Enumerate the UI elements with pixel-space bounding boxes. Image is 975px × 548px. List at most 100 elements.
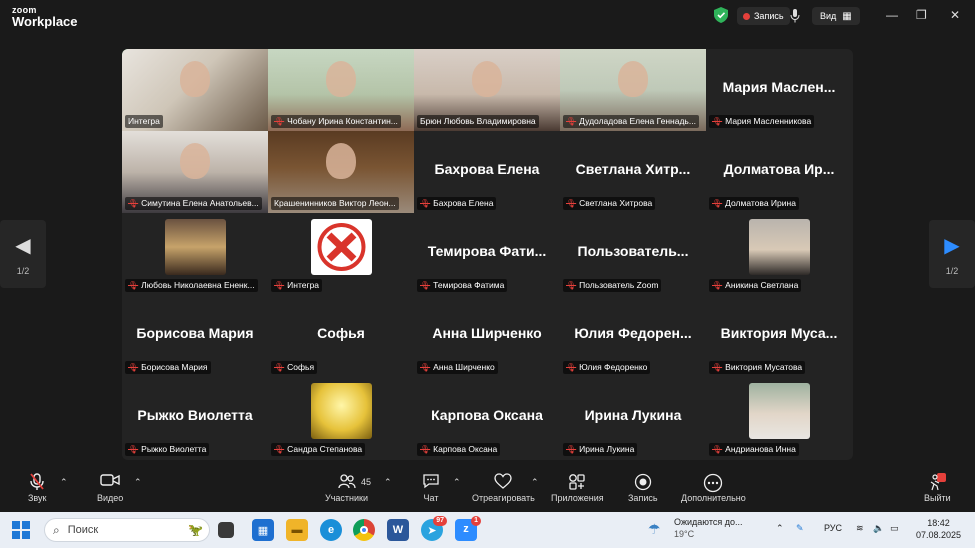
participant-face <box>618 61 648 97</box>
close-window-button[interactable]: ✕ <box>950 8 960 22</box>
chrome-browser-icon[interactable] <box>353 519 375 541</box>
audio-label: Звук <box>28 493 47 503</box>
mic-muted-icon: 🎙 <box>566 363 577 372</box>
chat-button[interactable]: Чат <box>422 473 440 503</box>
wifi-icon[interactable]: ≋ <box>856 523 864 534</box>
apps-button[interactable]: Приложения <box>551 473 604 503</box>
record-button[interactable]: Запись <box>628 473 658 503</box>
participant-tile[interactable]: Бахрова Елена 🎙 Бахрова Елена <box>414 131 560 213</box>
restore-button[interactable]: ❐ <box>916 8 927 22</box>
participant-tile[interactable]: 🎙 Симутина Елена Анатольев... <box>122 131 268 213</box>
minimize-button[interactable]: — <box>886 8 898 22</box>
react-button[interactable]: Отреагировать <box>472 473 535 503</box>
participant-avatar <box>311 383 372 439</box>
participant-tile[interactable]: Темирова Фати... 🎙 Темирова Фатима <box>414 213 560 295</box>
edge-browser-icon[interactable]: e <box>320 519 342 541</box>
page-indicator-left: 1/2 <box>16 265 30 276</box>
participant-tile[interactable]: Интегра <box>122 49 268 131</box>
participant-name: Темирова Фатима <box>433 280 505 290</box>
participant-tile[interactable]: 🎙 Сандра Степанова <box>268 377 414 459</box>
participant-name-label: 🎙 Карпова Оксана <box>417 443 501 456</box>
mic-muted-icon: 🎙 <box>712 117 723 126</box>
video-label: Видео <box>97 493 124 503</box>
participant-name: Андрианова Инна <box>725 444 796 454</box>
zoom-taskbar-icon[interactable]: z1 <box>455 516 481 541</box>
participant-tile[interactable]: Борисова Мария 🎙 Борисова Мария <box>122 295 268 377</box>
participants-options-chevron-icon[interactable]: ⌃ <box>384 477 392 488</box>
file-explorer-icon[interactable]: ▬ <box>286 519 308 541</box>
volume-icon[interactable]: 🔈 <box>873 523 884 534</box>
participant-tile[interactable]: Софья 🎙 Софья <box>268 295 414 377</box>
participant-tile[interactable]: Мария Маслен... 🎙 Мария Масленникова <box>706 49 852 131</box>
word-icon[interactable]: W <box>387 519 409 541</box>
participants-count: 45 <box>361 477 372 487</box>
mic-muted-icon: 🎙 <box>420 445 431 454</box>
recording-indicator[interactable]: Запись <box>737 7 790 25</box>
next-page-button[interactable]: ▶ 1/2 <box>929 220 975 288</box>
participant-tile[interactable]: Карпова Оксана 🎙 Карпова Оксана <box>414 377 560 459</box>
weather-text: Ожидаются до... <box>674 517 743 527</box>
participant-tile[interactable]: Виктория Муса... 🎙 Виктория Мусатова <box>706 295 852 377</box>
participant-name-large: Темирова Фати... <box>427 243 547 259</box>
participant-name-label: 🎙 Интегра <box>271 279 323 292</box>
participant-tile[interactable]: 🎙 Андрианова Инна <box>706 377 852 459</box>
mic-muted-icon: 🎙 <box>566 445 577 454</box>
taskbar-search[interactable]: ⌕ Поиск 🦖 <box>44 518 210 542</box>
taskbar-clock[interactable]: 18:42 07.08.2025 <box>916 517 961 541</box>
weather-widget[interactable]: ☂ Ожидаются до... 19°C <box>648 517 743 539</box>
task-view-icon[interactable] <box>218 522 234 538</box>
zoom-badge: 1 <box>471 516 481 526</box>
tray-overflow-chevron-icon[interactable]: ⌃ <box>776 523 784 534</box>
participant-tile[interactable]: Крашенинников Виктор Леон... <box>268 131 414 213</box>
mic-status-icon[interactable] <box>790 7 800 25</box>
view-button[interactable]: Вид ▦ <box>812 7 860 25</box>
audio-button[interactable]: Звук <box>28 473 46 503</box>
prev-page-button[interactable]: ◀ 1/2 <box>0 220 46 288</box>
participant-tile[interactable]: Брюн Любовь Владимировна <box>414 49 560 131</box>
participant-tile[interactable]: Светлана Хитр... 🎙 Светлана Хитрова <box>560 131 706 213</box>
language-indicator[interactable]: РУС <box>824 523 842 533</box>
participant-tile[interactable]: 🎙 Интегра <box>268 213 414 295</box>
video-options-chevron-icon[interactable]: ⌃ <box>134 477 142 488</box>
more-button[interactable]: Дополнительно <box>681 473 746 503</box>
clock-date: 07.08.2025 <box>916 530 962 540</box>
video-button[interactable]: Видео <box>97 473 123 503</box>
audio-options-chevron-icon[interactable]: ⌃ <box>60 477 68 488</box>
battery-icon[interactable]: ▭ <box>890 523 899 534</box>
participant-tile[interactable]: Юлия Федорен... 🎙 Юлия Федоренко <box>560 295 706 377</box>
page-indicator-right: 1/2 <box>945 265 959 276</box>
telegram-icon[interactable]: ➤ 97 <box>421 516 447 541</box>
participant-tile[interactable]: 🎙 Аникина Светлана <box>706 213 852 295</box>
react-label: Отреагировать <box>472 493 535 503</box>
participant-name-label: 🎙 Темирова Фатима <box>417 279 508 292</box>
participant-tile[interactable]: 🎙 Любовь Николаевна Ененк... <box>122 213 268 295</box>
leave-button[interactable]: Выйти <box>924 473 951 503</box>
pen-icon[interactable]: ✎ <box>796 523 804 534</box>
participant-name-large: Виктория Муса... <box>720 325 838 341</box>
participant-tile[interactable]: Анна Ширченко 🎙 Анна Ширченко <box>414 295 560 377</box>
participant-name-label: 🎙 Сандра Степанова <box>271 443 366 456</box>
participant-tile[interactable]: Ирина Лукина 🎙 Ирина Лукина <box>560 377 706 459</box>
participant-face <box>326 143 356 179</box>
participant-name-large: Мария Маслен... <box>722 79 836 95</box>
grid-icon: ▦ <box>842 10 852 22</box>
participant-name: Любовь Николаевна Ененк... <box>141 280 255 290</box>
logo-line2: Workplace <box>12 14 78 29</box>
apps-icon <box>568 473 586 493</box>
participant-tile[interactable]: 🎙 Дудоладова Елена Геннадь... <box>560 49 706 131</box>
participant-tile[interactable]: 🎙 Чобану Ирина Константин... <box>268 49 414 131</box>
record-label: Запись <box>628 493 658 503</box>
chat-options-chevron-icon[interactable]: ⌃ <box>453 477 461 488</box>
encryption-shield-icon[interactable] <box>714 7 728 23</box>
microsoft-store-icon[interactable]: ▦ <box>252 519 274 541</box>
participant-name-large: Борисова Мария <box>136 325 254 341</box>
mic-muted-icon: 🎙 <box>128 281 139 290</box>
windows-start-icon[interactable] <box>12 521 30 539</box>
chat-bubble-icon <box>422 473 440 493</box>
participant-tile[interactable]: Долматова Ир... 🎙 Долматова Ирина <box>706 131 852 213</box>
react-options-chevron-icon[interactable]: ⌃ <box>531 477 539 488</box>
participant-tile[interactable]: Пользователь... 🎙 Пользователь Zoom <box>560 213 706 295</box>
view-label: Вид <box>820 11 837 21</box>
participant-tile[interactable]: Рыжко Виолетта 🎙 Рыжко Виолетта <box>122 377 268 459</box>
participant-name-large: Долматова Ир... <box>723 161 835 177</box>
